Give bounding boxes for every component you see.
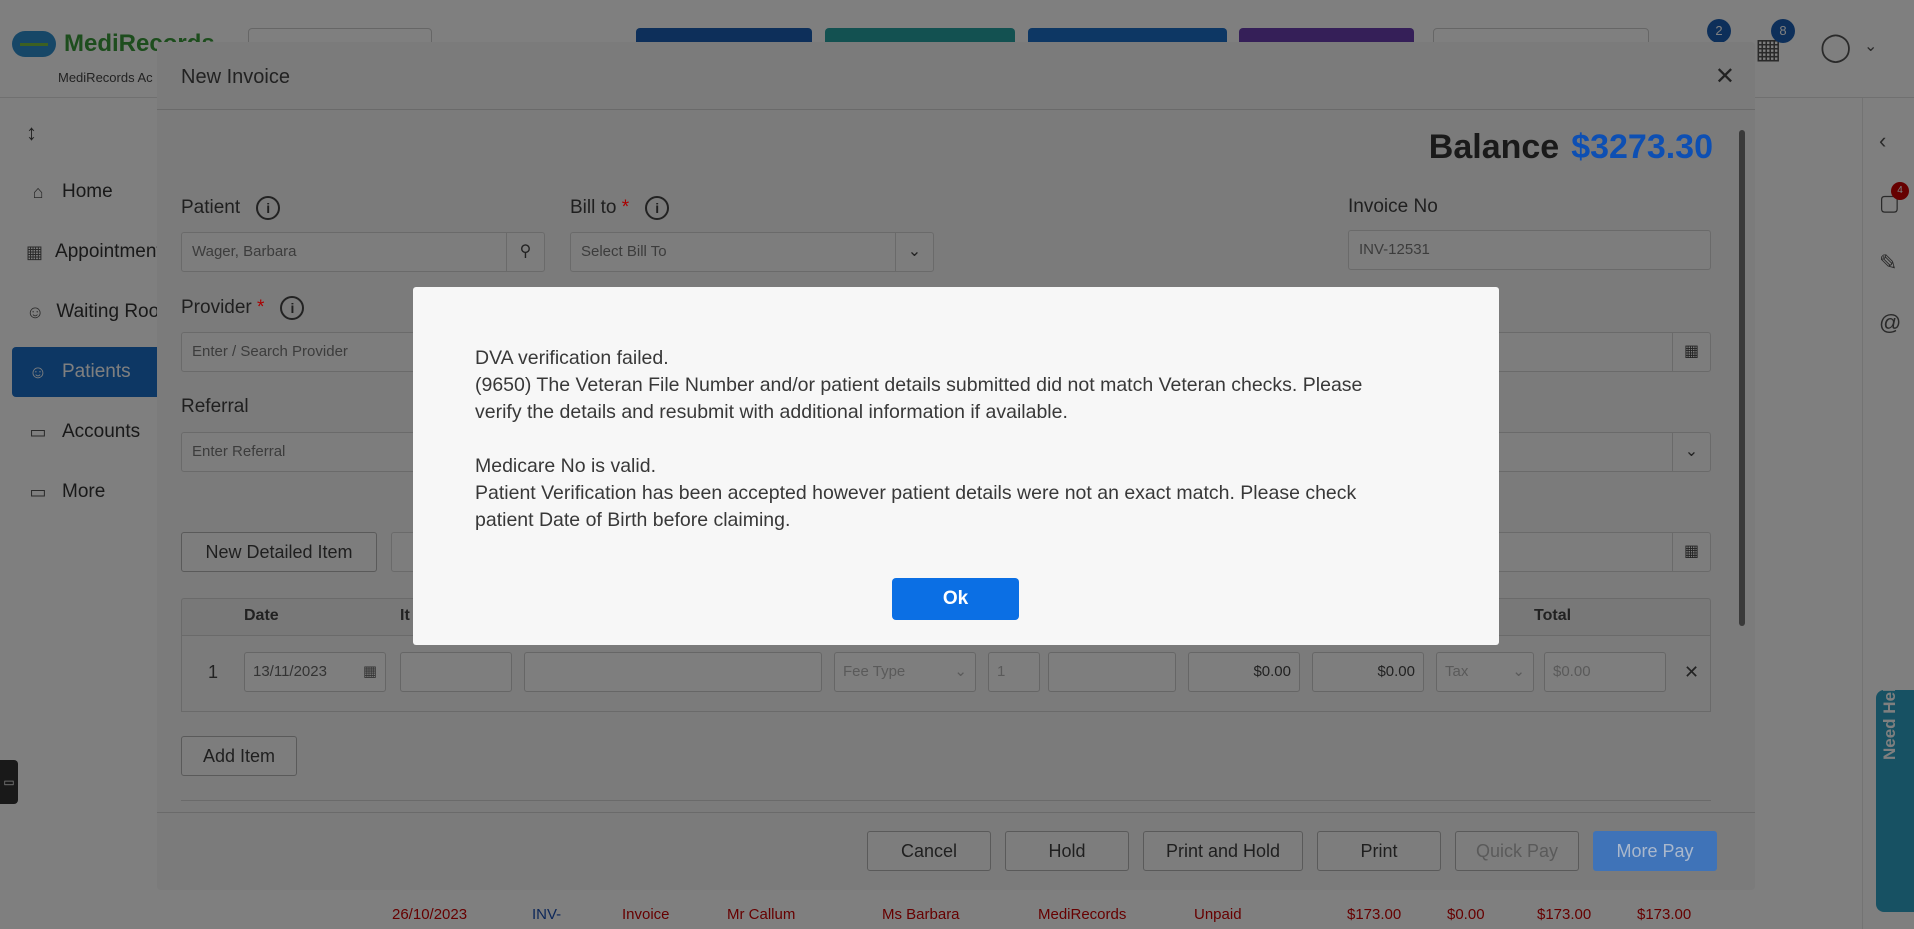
alert-line: (9650) The Veteran File Number and/or pa… xyxy=(475,374,1363,396)
item-code-input[interactable] xyxy=(400,652,512,692)
cancel-button[interactable]: Cancel xyxy=(867,831,991,871)
column-date: Date xyxy=(244,607,279,624)
provider-placeholder: Enter / Search Provider xyxy=(192,343,348,360)
calendar-icon[interactable]: ▦ xyxy=(1672,333,1710,371)
provider-label-text: Provider xyxy=(181,297,252,319)
alert-line: DVA verification failed. xyxy=(475,347,669,369)
ok-button[interactable]: Ok xyxy=(892,578,1019,620)
fee-type-select[interactable]: Fee Type ⌄ xyxy=(834,652,976,692)
quantity-value: 1 xyxy=(997,663,1006,680)
print-and-hold-button[interactable]: Print and Hold xyxy=(1143,831,1303,871)
alert-line: Patient Verification has been accepted h… xyxy=(475,482,1357,504)
calendar-icon[interactable]: ▦ xyxy=(1672,533,1710,571)
balance-label: Balance xyxy=(1428,128,1560,166)
hold-button[interactable]: Hold xyxy=(1005,831,1129,871)
scrollbar[interactable] xyxy=(1739,130,1745,626)
alert-line: Medicare No is valid. xyxy=(475,455,656,477)
bill-to-label-text: Bill to xyxy=(570,197,617,219)
total-input[interactable]: $0.00 xyxy=(1544,652,1666,692)
referral-label: Referral xyxy=(181,396,249,417)
invoice-no-field[interactable]: INV-12531 xyxy=(1348,230,1711,270)
quick-pay-button[interactable]: Quick Pay xyxy=(1455,831,1579,871)
provider-label: Provider * i xyxy=(181,296,305,320)
alert-line: patient Date of Birth before claiming. xyxy=(475,509,791,531)
balance-display: Balance $3273.30 xyxy=(1429,128,1713,167)
calendar-icon[interactable]: ▦ xyxy=(363,662,377,680)
patient-value: Wager, Barbara xyxy=(192,243,297,260)
add-item-button[interactable]: Add Item xyxy=(181,736,297,776)
balance-value: $3273.30 xyxy=(1571,128,1713,166)
alert-line: verify the details and resubmit with add… xyxy=(475,401,1068,423)
patient-field[interactable]: Wager, Barbara ⚲ xyxy=(181,232,545,272)
chevron-down-icon: ⌄ xyxy=(954,663,967,680)
column-item: It xyxy=(400,607,410,624)
bill-to-placeholder: Select Bill To xyxy=(581,243,667,260)
item-note-input[interactable] xyxy=(1048,652,1176,692)
modal-title: New Invoice xyxy=(181,66,290,88)
modal-footer: Cancel Hold Print and Hold Print Quick P… xyxy=(157,812,1755,890)
search-icon[interactable]: ⚲ xyxy=(506,233,544,271)
modal-header: New Invoice ✕ xyxy=(157,42,1755,110)
invoice-no-value: INV-12531 xyxy=(1359,241,1430,258)
info-icon[interactable]: i xyxy=(256,196,281,220)
fee-type-value: Fee Type xyxy=(843,663,906,680)
row-index: 1 xyxy=(208,662,219,682)
chevron-down-icon: ⌄ xyxy=(1512,663,1525,680)
column-total: Total xyxy=(1534,607,1572,624)
chevron-down-icon[interactable]: ⌄ xyxy=(1672,433,1710,471)
tax-select[interactable]: Tax ⌄ xyxy=(1436,652,1534,692)
item-description-input[interactable] xyxy=(524,652,822,692)
item-date-value: 13/11/2023 xyxy=(253,663,327,680)
close-icon[interactable]: ✕ xyxy=(1715,62,1735,91)
print-button[interactable]: Print xyxy=(1317,831,1441,871)
fee-amount-input[interactable]: $0.00 xyxy=(1188,652,1300,692)
info-icon[interactable]: i xyxy=(645,196,670,220)
item-date-input[interactable]: 13/11/2023 ▦ xyxy=(244,652,386,692)
bill-to-label: Bill to * i xyxy=(570,196,670,220)
gap-amount-value: $0.00 xyxy=(1377,663,1415,680)
alert-message: DVA verification failed. (9650) The Vete… xyxy=(475,345,1455,534)
tax-value: Tax xyxy=(1445,663,1469,680)
fee-amount-value: $0.00 xyxy=(1253,663,1291,680)
patient-label: Patient i xyxy=(181,196,281,220)
bill-to-select[interactable]: Select Bill To ⌄ xyxy=(570,232,934,272)
invoice-no-label: Invoice No xyxy=(1348,196,1438,217)
gap-amount-input[interactable]: $0.00 xyxy=(1312,652,1424,692)
alert-line xyxy=(475,426,1455,453)
referral-placeholder: Enter Referral xyxy=(192,443,286,460)
divider xyxy=(181,800,1711,801)
chevron-down-icon[interactable]: ⌄ xyxy=(895,233,933,271)
info-icon[interactable]: i xyxy=(280,296,305,320)
more-pay-button[interactable]: More Pay xyxy=(1593,831,1717,871)
new-detailed-item-button[interactable]: New Detailed Item xyxy=(181,532,377,572)
verification-alert-dialog: DVA verification failed. (9650) The Vete… xyxy=(413,287,1499,645)
remove-row-icon[interactable]: ✕ xyxy=(1684,662,1699,683)
table-row: 1 13/11/2023 ▦ Fee Type ⌄ 1 $0.00 $0.00 xyxy=(181,636,1711,712)
patient-label-text: Patient xyxy=(181,197,241,219)
total-value: $0.00 xyxy=(1553,663,1591,680)
quantity-input[interactable]: 1 xyxy=(988,652,1040,692)
